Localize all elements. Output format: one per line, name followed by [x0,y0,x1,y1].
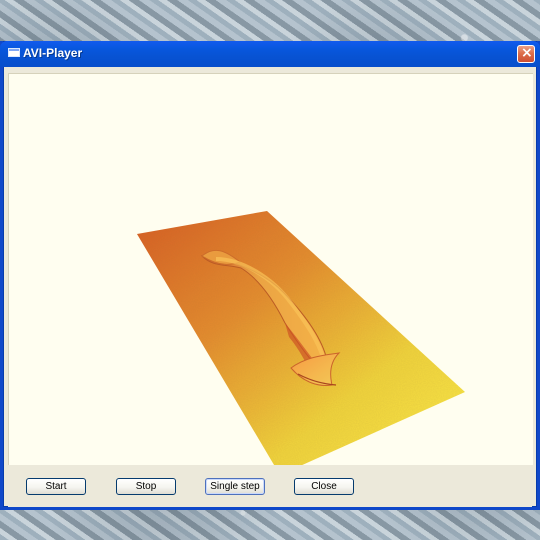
title-bar[interactable]: AVI-Player × [0,41,540,67]
close-button[interactable]: Close [294,478,354,495]
window-icon [8,48,20,57]
desktop-background: AVI-Player × Start Stop Single step Clos… [0,0,540,540]
video-viewport [8,73,533,465]
close-icon: × [521,45,533,61]
stop-button[interactable]: Stop [116,478,176,495]
window-close-button[interactable]: × [517,45,535,63]
start-button[interactable]: Start [26,478,86,495]
avi-player-window: AVI-Player × Start Stop Single step Clos… [0,41,540,510]
single-step-button[interactable]: Single step [205,478,265,495]
window-title: AVI-Player [23,46,83,60]
playback-controls: Start Stop Single step Close [8,465,532,507]
rendered-3d-surface [137,211,465,465]
